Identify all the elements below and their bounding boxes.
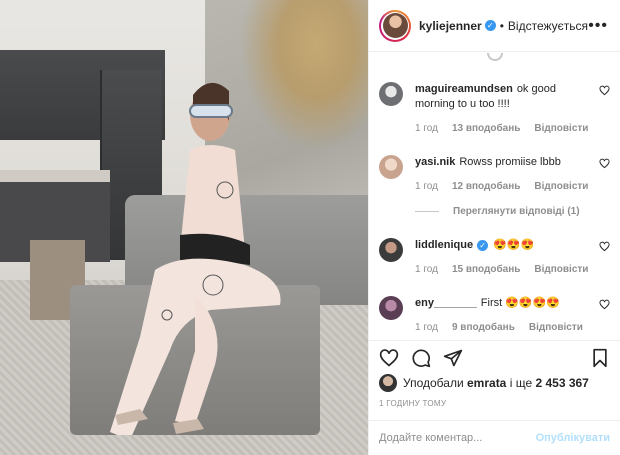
view-replies-label: Переглянути відповіді (1) <box>453 206 580 217</box>
commenter-username[interactable]: yasi.nik <box>415 156 455 168</box>
view-replies-button[interactable]: Переглянути відповіді (1) <box>415 206 610 217</box>
reply-button[interactable]: Відповісти <box>534 181 588 192</box>
comments-list[interactable]: maguireamundsen ok good morning to u too … <box>369 53 620 340</box>
reply-button[interactable]: Відповісти <box>529 322 583 333</box>
reply-button[interactable]: Відповісти <box>534 123 588 134</box>
comment-likes[interactable]: 12 вподобань <box>452 181 520 192</box>
replies-divider <box>415 211 439 212</box>
commenter-avatar[interactable] <box>379 296 403 320</box>
post-panel: kyliejenner ✓ • Відстежується ••• maguir… <box>368 0 620 455</box>
comment-text: eny_______ First 😍😍😍😍 <box>415 296 590 311</box>
add-comment-form: Опублікувати <box>369 420 620 455</box>
comment-text: maguireamundsen ok good morning to u too … <box>415 82 590 112</box>
comment-item: maguireamundsen ok good morning to u too … <box>379 82 610 134</box>
comment-content: Rowss promiise lbbb <box>459 156 561 168</box>
comment-meta: 1 год 12 вподобань Відповісти <box>415 181 590 192</box>
comment-likes[interactable]: 9 вподобань <box>452 322 515 333</box>
follow-status-button[interactable]: Відстежується <box>508 19 588 33</box>
comment-content: 😍😍😍 <box>493 239 535 251</box>
reply-button[interactable]: Відповісти <box>534 264 588 275</box>
comment-meta: 1 год 9 вподобань Відповісти <box>415 322 590 333</box>
likes-connector: і ще <box>509 376 533 390</box>
publish-button[interactable]: Опублікувати <box>536 432 610 444</box>
bookmark-icon[interactable] <box>590 348 610 368</box>
post-photo[interactable] <box>0 0 368 455</box>
commenter-username[interactable]: eny_______ <box>415 297 477 309</box>
heart-icon[interactable] <box>379 348 399 368</box>
kitchen-counter <box>0 170 110 182</box>
liker-username[interactable]: emrata <box>467 376 506 390</box>
comment-input[interactable] <box>379 432 536 444</box>
likes-prefix: Уподобали <box>403 376 464 390</box>
like-comment-icon[interactable] <box>599 241 610 252</box>
comment-time[interactable]: 1 год <box>415 181 438 192</box>
comment-icon[interactable] <box>411 348 431 368</box>
comment-content: First 😍😍😍😍 <box>480 297 561 309</box>
verified-badge-icon: ✓ <box>484 20 496 31</box>
post-header: kyliejenner ✓ • Відстежується ••• <box>369 0 620 52</box>
commenter-avatar[interactable] <box>379 82 403 106</box>
post-actions-bar <box>369 340 620 374</box>
author-avatar[interactable] <box>379 9 411 42</box>
commenter-avatar[interactable] <box>379 155 403 179</box>
commenter-avatar[interactable] <box>379 238 403 262</box>
comment-time[interactable]: 1 год <box>415 264 438 275</box>
person-figure <box>110 82 281 435</box>
comment-time[interactable]: 1 год <box>415 322 438 333</box>
author-username[interactable]: kyliejenner <box>419 19 482 33</box>
likes-summary: Уподобали emrata і ще 2 453 367 <box>379 374 610 392</box>
comment-meta: 1 год 15 вподобань Відповісти <box>415 264 590 275</box>
separator-dot: • <box>499 18 504 33</box>
like-comment-icon[interactable] <box>599 158 610 169</box>
comment-meta: 1 год 13 вподобань Відповісти <box>415 123 590 134</box>
share-icon[interactable] <box>443 348 463 368</box>
verified-badge-icon: ✓ <box>477 239 489 251</box>
commenter-username[interactable]: liddlenique <box>415 239 473 251</box>
comment-item: liddlenique ✓ 😍😍😍 1 год 15 вподобань Відпо… <box>379 238 610 275</box>
post-timestamp[interactable]: 1 ГОДИНУ ТОМУ <box>379 399 446 408</box>
comment-text: yasi.nik Rowss promiise lbbb <box>415 155 590 170</box>
like-comment-icon[interactable] <box>599 85 610 96</box>
liker-avatar[interactable] <box>379 374 397 392</box>
likes-count[interactable]: 2 453 367 <box>535 376 588 390</box>
comment-item: eny_______ First 😍😍😍😍 1 год 9 вподобань В… <box>379 296 610 333</box>
loading-spinner-icon <box>486 53 503 61</box>
comment-likes[interactable]: 13 вподобань <box>452 123 520 134</box>
commenter-username[interactable]: maguireamundsen <box>415 83 513 95</box>
comment-text: liddlenique ✓ 😍😍😍 <box>415 238 590 253</box>
comment-item: yasi.nik Rowss promiise lbbb 1 год 12 впо… <box>379 155 610 192</box>
like-comment-icon[interactable] <box>599 299 610 310</box>
more-options-icon[interactable]: ••• <box>588 17 608 35</box>
comment-time[interactable]: 1 год <box>415 123 438 134</box>
comment-likes[interactable]: 15 вподобань <box>452 264 520 275</box>
